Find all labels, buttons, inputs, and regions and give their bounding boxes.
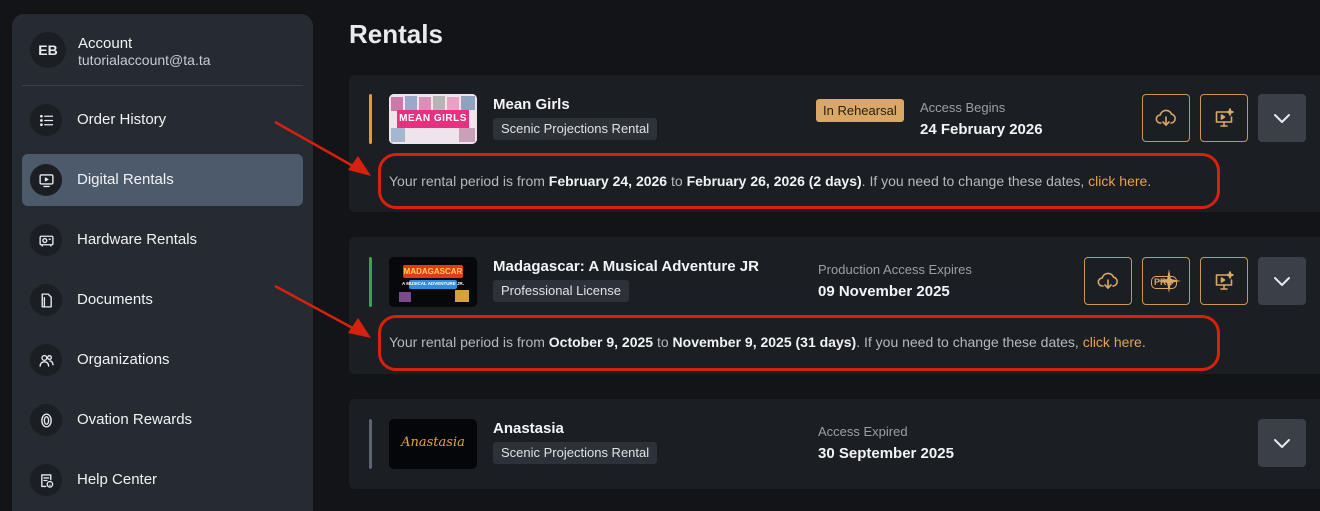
sidebar: EB Account tutorialaccount@ta.ta Order H… — [12, 14, 313, 511]
sidebar-item-label: Ovation Rewards — [77, 411, 193, 428]
list-icon — [30, 104, 62, 136]
sidebar-item-label: Hardware Rentals — [77, 231, 198, 248]
rental-period-text: Your rental period is from October 9, 20… — [389, 334, 1146, 350]
show-title: Anastasia — [493, 420, 564, 437]
expand-button[interactable] — [1258, 257, 1306, 305]
license-tag: Scenic Projections Rental — [493, 442, 658, 464]
change-dates-link[interactable]: click here — [1088, 173, 1147, 189]
account-email: tutorialaccount@ta.ta — [78, 52, 211, 68]
avatar: EB — [30, 32, 66, 68]
sidebar-item-ovation-rewards[interactable]: Ovation Rewards — [22, 394, 303, 446]
status-accent-bar — [369, 419, 372, 469]
status-badge: In Rehearsal — [816, 99, 904, 122]
period-suffix: . If you need to change these dates, — [861, 173, 1089, 189]
thumbnail-title: Anastasia — [401, 435, 465, 450]
sidebar-item-label: Documents — [77, 291, 153, 308]
sidebar-item-label: Order History — [77, 111, 167, 128]
help-document-icon — [30, 464, 62, 496]
rental-card-mean-girls: MEAN GIRLS Mean Girls Scenic Projections… — [349, 75, 1320, 212]
projection-button[interactable] — [1200, 257, 1248, 305]
sidebar-item-label: Help Center — [77, 471, 158, 488]
page-title: Rentals — [349, 19, 443, 49]
access-date: 09 November 2025 — [818, 283, 950, 300]
status-accent-bar — [369, 94, 372, 144]
period-end-date: February 26, 2026 (2 days) — [686, 173, 862, 189]
people-icon — [30, 344, 62, 376]
period-end-punct: . — [1141, 334, 1146, 350]
period-end-date: November 9, 2025 (31 days) — [672, 334, 857, 350]
show-thumbnail: MEAN GIRLS — [389, 94, 477, 144]
sidebar-item-organizations[interactable]: Organizations — [22, 334, 303, 386]
projector-icon — [30, 224, 62, 256]
rental-period-text: Your rental period is from February 24, … — [389, 173, 1151, 189]
show-thumbnail: MADAGASCAR A MUSICAL ADVENTURE JR. — [389, 257, 477, 307]
cloud-download-icon — [1155, 109, 1176, 126]
sidebar-item-order-history[interactable]: Order History — [22, 94, 303, 146]
account-header[interactable]: EB Account tutorialaccount@ta.ta — [12, 14, 313, 86]
period-start-date: October 9, 2025 — [548, 334, 654, 350]
award-icon — [30, 404, 62, 436]
sidebar-item-documents[interactable]: Documents — [22, 274, 303, 326]
account-name: Account — [78, 35, 133, 52]
change-dates-link[interactable]: click here — [1083, 334, 1142, 350]
sidebar-item-label: Organizations — [77, 351, 170, 368]
projection-sparkle-icon — [1215, 108, 1234, 127]
chevron-down-icon — [1274, 114, 1290, 123]
period-prefix: Your rental period is from — [389, 173, 549, 189]
period-start-date: February 24, 2026 — [548, 173, 668, 189]
access-date: 24 February 2026 — [920, 121, 1043, 138]
show-title: Madagascar: A Musical Adventure JR — [493, 258, 759, 275]
download-button[interactable] — [1084, 257, 1132, 305]
period-suffix: . If you need to change these dates, — [856, 334, 1083, 350]
projection-button[interactable] — [1200, 94, 1248, 142]
period-prefix: Your rental period is from — [389, 334, 549, 350]
license-tag: Professional License — [493, 280, 629, 302]
rental-card-anastasia: Anastasia Anastasia Scenic Projections R… — [349, 399, 1320, 489]
license-tag: Scenic Projections Rental — [493, 118, 658, 140]
thumbnail-subtitle: A MUSICAL ADVENTURE JR. — [401, 281, 465, 286]
cloud-download-icon — [1097, 272, 1118, 289]
period-end-punct: . — [1147, 173, 1152, 189]
document-icon — [30, 284, 62, 316]
pro-icon: PRO — [1151, 269, 1181, 293]
rental-card-madagascar: MADAGASCAR A MUSICAL ADVENTURE JR. Madag… — [349, 237, 1320, 374]
sidebar-item-digital-rentals[interactable]: Digital Rentals — [22, 154, 303, 206]
download-button[interactable] — [1142, 94, 1190, 142]
thumbnail-title: MEAN GIRLS — [399, 113, 467, 124]
status-accent-bar — [369, 257, 372, 307]
show-thumbnail: Anastasia — [389, 419, 477, 469]
sidebar-item-label: Digital Rentals — [77, 171, 174, 188]
access-label: Production Access Expires — [818, 262, 972, 277]
expand-button[interactable] — [1258, 94, 1306, 142]
access-date: 30 September 2025 — [818, 445, 954, 462]
chevron-down-icon — [1274, 277, 1290, 286]
chevron-down-icon — [1274, 439, 1290, 448]
thumbnail-title: MADAGASCAR — [403, 267, 463, 276]
projection-sparkle-icon — [1215, 271, 1234, 290]
period-to: to — [653, 334, 673, 350]
period-to: to — [667, 173, 687, 189]
show-title: Mean Girls — [493, 96, 570, 113]
expand-button[interactable] — [1258, 419, 1306, 467]
pro-button[interactable]: PRO — [1142, 257, 1190, 305]
sidebar-item-help-center[interactable]: Help Center — [22, 454, 303, 506]
access-label: Access Begins — [920, 100, 1006, 115]
sidebar-item-hardware-rentals[interactable]: Hardware Rentals — [22, 214, 303, 266]
access-label: Access Expired — [818, 424, 908, 439]
monitor-icon — [30, 164, 62, 196]
